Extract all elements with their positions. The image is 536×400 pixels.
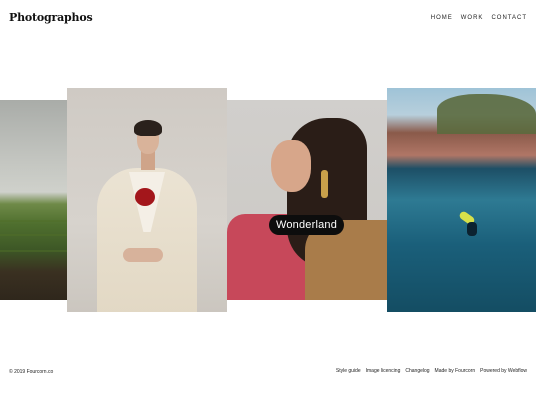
photo-red-flower-shape <box>135 188 155 206</box>
photo-hair-shape <box>134 120 162 136</box>
photo-trees-shape <box>437 94 536 134</box>
photo-face-shape <box>271 140 311 192</box>
photo-hands-shape <box>123 248 163 262</box>
photo-gallery: Wonderland <box>0 0 536 400</box>
gallery-photo-blazer-woman[interactable] <box>67 88 227 312</box>
photo-diver-body-shape <box>467 222 477 236</box>
footer-link-powered-by[interactable]: Powered by Webflow <box>480 368 527 374</box>
footer-links: Style guide Image licencing Changelog Ma… <box>336 368 527 374</box>
footer-link-image-licencing[interactable]: Image licencing <box>366 368 401 374</box>
gallery-caption-label[interactable]: Wonderland <box>269 215 344 235</box>
gallery-photo-field[interactable] <box>0 100 67 300</box>
footer-link-made-by[interactable]: Made by Fourcorn <box>435 368 476 374</box>
field-row-decoration <box>0 220 67 222</box>
field-row-decoration <box>0 250 67 252</box>
gallery-photo-earring-woman[interactable] <box>227 100 387 300</box>
field-row-decoration <box>0 234 67 236</box>
gallery-photo-underwater[interactable] <box>387 88 536 312</box>
footer-link-changelog[interactable]: Changelog <box>405 368 429 374</box>
footer-link-style-guide[interactable]: Style guide <box>336 368 361 374</box>
footer-copyright: © 2019 Fourcorn.co <box>9 369 54 375</box>
photo-earring-shape <box>321 170 328 198</box>
